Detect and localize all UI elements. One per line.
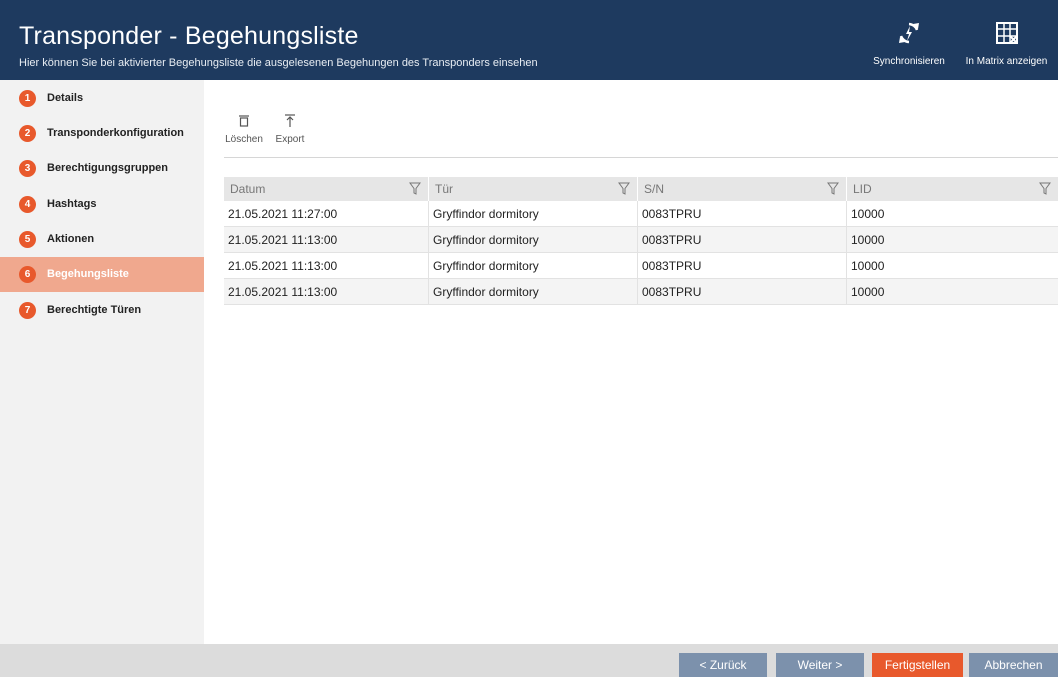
table-row[interactable]: 21.05.2021 11:13:00 Gryffindor dormitory… [224, 279, 1058, 305]
cell-door: Gryffindor dormitory [429, 201, 638, 227]
cell-date: 21.05.2021 11:27:00 [224, 201, 429, 227]
column-header-label: S/N [644, 182, 665, 196]
filter-icon[interactable] [1039, 182, 1051, 195]
column-header-label: Tür [435, 182, 453, 196]
step-label: Berechtigte Türen [47, 304, 142, 316]
column-header-date[interactable]: Datum [224, 177, 429, 201]
table-row[interactable]: 21.05.2021 11:13:00 Gryffindor dormitory… [224, 227, 1058, 253]
cell-lid: 10000 [851, 259, 885, 273]
delete-label: Löschen [225, 134, 263, 145]
cell-date: 21.05.2021 11:13:00 [224, 279, 429, 305]
step-label: Begehungsliste [47, 268, 129, 280]
cell-door: Gryffindor dormitory [429, 253, 638, 279]
step-number: 7 [19, 302, 36, 319]
step-transponder-configuration[interactable]: 2 Transponderkonfiguration [0, 118, 204, 148]
page-title: Transponder - Begehungsliste [19, 22, 359, 50]
trash-icon [239, 115, 249, 127]
column-header-label: Datum [230, 182, 266, 196]
sync-icon [899, 22, 919, 44]
table-header: Datum Tür S/N LID [224, 177, 1058, 201]
cell-date: 21.05.2021 11:13:00 [224, 253, 429, 279]
cell-door: Gryffindor dormitory [429, 227, 638, 253]
toolbar-divider [224, 157, 1058, 158]
finish-button[interactable]: Fertigstellen [872, 653, 963, 677]
table-row[interactable]: 21.05.2021 11:27:00 Gryffindor dormitory… [224, 201, 1058, 227]
filter-icon[interactable] [409, 182, 421, 195]
main-panel: Löschen Export Datum Tür S/N LID 21.05.2… [204, 80, 1058, 644]
step-authorized-doors[interactable]: 7 Berechtigte Türen [0, 295, 204, 325]
step-label: Details [47, 92, 84, 104]
step-number: 5 [19, 231, 36, 248]
column-header-lid[interactable]: LID [847, 177, 1058, 201]
cell-lid: 10000 [851, 207, 885, 221]
cell-date: 21.05.2021 11:13:00 [224, 227, 429, 253]
cell-serial: 0083TPRU [638, 201, 847, 227]
cell-door: Gryffindor dormitory [429, 279, 638, 305]
matrix-icon [995, 22, 1018, 44]
step-access-list[interactable]: 6 Begehungsliste [0, 257, 213, 292]
next-button[interactable]: Weiter > [776, 653, 864, 677]
filter-icon[interactable] [618, 182, 630, 195]
step-number: 6 [19, 266, 36, 283]
sync-label: Synchronisieren [873, 56, 945, 67]
matrix-label: In Matrix anzeigen [965, 56, 1048, 67]
sync-button[interactable]: Synchronisieren [867, 20, 951, 72]
cell-serial: 0083TPRU [638, 227, 847, 253]
cell-lid: 10000 [851, 285, 885, 299]
show-in-matrix-button[interactable]: In Matrix anzeigen [955, 20, 1058, 72]
step-actions[interactable]: 5 Aktionen [0, 224, 204, 254]
page-subtitle: Hier können Sie bei aktivierter Begehung… [19, 57, 538, 69]
column-header-serial[interactable]: S/N [638, 177, 847, 201]
back-button[interactable]: < Zurück [679, 653, 767, 677]
step-details[interactable]: 1 Details [0, 83, 204, 113]
step-label: Aktionen [47, 233, 95, 245]
cell-serial: 0083TPRU [638, 279, 847, 305]
wizard-footer: < Zurück Weiter > Fertigstellen Abbreche… [0, 644, 1058, 677]
step-number: 1 [19, 90, 36, 107]
step-label: Berechtigungsgruppen [47, 162, 169, 174]
cell-lid: 10000 [851, 233, 885, 247]
step-number: 2 [19, 125, 36, 142]
cell-serial: 0083TPRU [638, 253, 847, 279]
wizard-sidebar: 1 Details 2 Transponderkonfiguration 3 B… [0, 80, 213, 644]
step-number: 4 [19, 196, 36, 213]
export-icon [285, 114, 295, 127]
page-header: Transponder - Begehungsliste Hier können… [0, 0, 1058, 80]
table-row[interactable]: 21.05.2021 11:13:00 Gryffindor dormitory… [224, 253, 1058, 279]
step-authorization-groups[interactable]: 3 Berechtigungsgruppen [0, 153, 204, 183]
step-hashtags[interactable]: 4 Hashtags [0, 189, 204, 219]
export-button[interactable]: Export [270, 110, 310, 145]
column-header-door[interactable]: Tür [429, 177, 638, 201]
step-label: Transponderkonfiguration [47, 127, 184, 139]
access-list-table: Datum Tür S/N LID 21.05.2021 11:27:00 Gr… [224, 177, 1058, 305]
column-header-label: LID [853, 182, 872, 196]
delete-button[interactable]: Löschen [224, 110, 264, 145]
filter-icon[interactable] [827, 182, 839, 195]
step-number: 3 [19, 160, 36, 177]
step-label: Hashtags [47, 198, 97, 210]
export-label: Export [275, 134, 305, 145]
cancel-button[interactable]: Abbrechen [969, 653, 1058, 677]
